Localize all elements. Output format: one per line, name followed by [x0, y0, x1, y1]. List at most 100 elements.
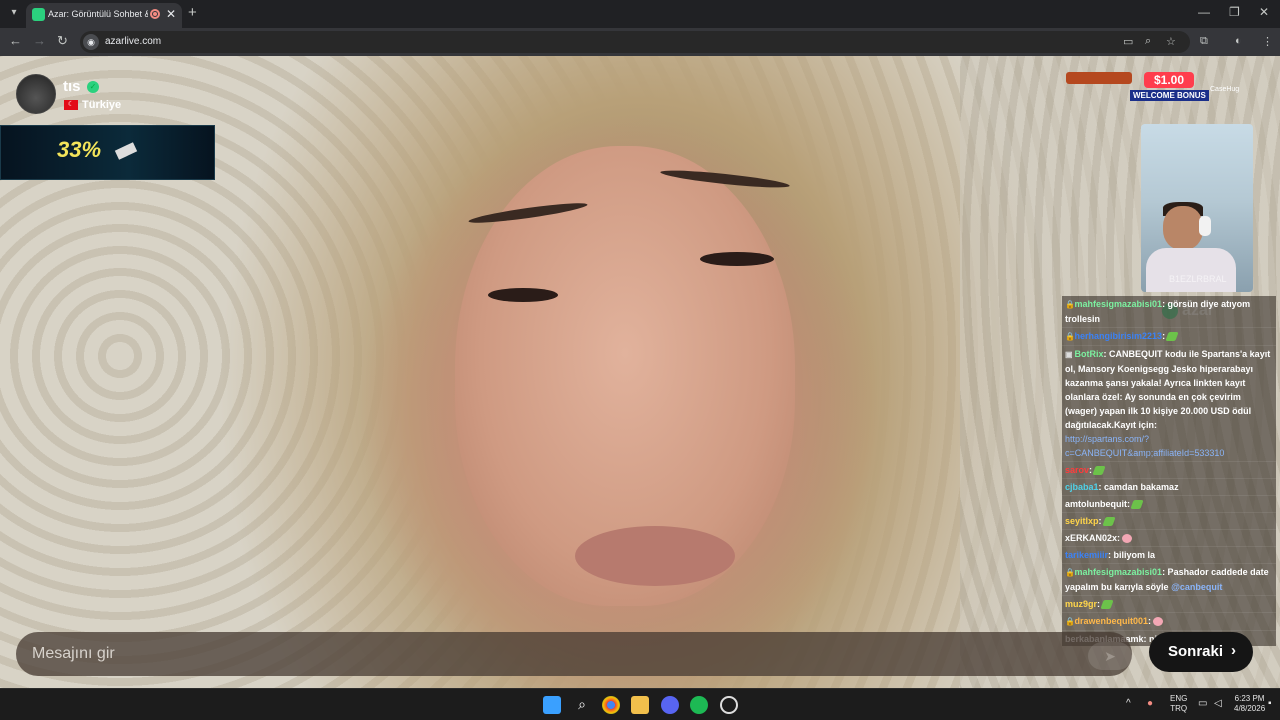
video-chat-page: tıs ✓ ☾ Türkiye 33% $1.00 WELCOME BONUS … — [0, 56, 1280, 688]
pickaxe-emote-icon — [1100, 600, 1114, 610]
avatar[interactable] — [16, 74, 56, 114]
pickaxe-emote-icon — [1101, 517, 1116, 527]
chat-username[interactable]: drawenbequit001 — [1075, 616, 1149, 626]
chat-message: sarov: — [1062, 462, 1276, 479]
bonus-text: WELCOME BONUS — [1130, 90, 1209, 101]
pickaxe-emote-icon — [1165, 332, 1179, 342]
spotify-icon[interactable] — [690, 696, 708, 714]
site-info-icon[interactable]: ◉ — [83, 34, 99, 50]
lang-primary: ENG — [1170, 694, 1188, 703]
microphone-icon[interactable]: ● — [1147, 698, 1153, 709]
chat-username[interactable]: cjbaba1 — [1065, 482, 1099, 492]
discord-icon[interactable] — [661, 696, 679, 714]
browser-tab-azar[interactable]: Azar: Görüntülü Sohbet & V ✕ — [26, 3, 182, 28]
bonus-amount: $1.00 — [1144, 72, 1194, 88]
address-bar[interactable]: ◉ azarlive.com — [80, 31, 1190, 53]
video-detail — [488, 288, 558, 302]
chat-text: : — [1148, 616, 1152, 626]
send-icon[interactable]: ➤ — [1088, 642, 1132, 670]
user-badge-icon: ▣ — [1065, 350, 1073, 359]
chevron-right-icon: › — [1231, 642, 1236, 659]
pig-emote-icon — [1153, 617, 1164, 627]
bookmark-star-icon[interactable]: ☆ — [1166, 35, 1176, 48]
chat-link[interactable]: http://spartans.com/?c=CANBEQUIT&amp;aff… — [1065, 434, 1224, 458]
app-icon[interactable] — [720, 696, 738, 714]
notification-icon[interactable]: ▪ — [1268, 698, 1272, 709]
browser-titlebar: ▾ Azar: Görüntülü Sohbet & V ✕ + — ❐ ✕ — [0, 0, 1280, 28]
chat-message: cjbaba1: camdan bakamaz — [1062, 479, 1276, 496]
window-close-icon[interactable]: ✕ — [1259, 5, 1269, 19]
user-badge-icon: 🔒 — [1065, 568, 1075, 577]
windows-start-icon[interactable] — [543, 696, 561, 714]
profile-icon[interactable]: ◐ — [1235, 35, 1242, 47]
card-icon — [114, 142, 138, 160]
pickaxe-emote-icon — [1130, 500, 1144, 510]
webcam-watermark: B1EZLRBRAL — [1169, 274, 1227, 284]
headset-icon — [1199, 216, 1211, 236]
chat-message: 🔒 mahfesigmazabisi01: Pashador caddede d… — [1062, 564, 1276, 596]
chat-text: : CANBEQUIT kodu ile Spartans'a kayıt ol… — [1065, 349, 1271, 430]
user-badge-icon: 🔒 — [1065, 300, 1075, 309]
tab-search-icon[interactable]: ▾ — [6, 5, 22, 21]
chat-mention[interactable]: @canbequit — [1171, 582, 1222, 592]
chat-username[interactable]: mahfesigmazabisi01 — [1075, 299, 1163, 309]
chat-message: xERKAN02x: — [1062, 530, 1276, 547]
network-icon[interactable]: ▭ — [1198, 698, 1207, 709]
reload-icon[interactable]: ↻ — [57, 33, 68, 49]
file-explorer-icon[interactable] — [631, 696, 649, 714]
partner-username: tıs — [63, 78, 81, 95]
lang-secondary: TRQ — [1170, 704, 1188, 713]
partner-country: Türkiye — [82, 99, 122, 111]
verified-badge-icon: ✓ — [87, 81, 99, 93]
language-indicator[interactable]: ENG TRQ — [1170, 694, 1187, 714]
forward-icon[interactable]: → — [33, 33, 46, 48]
chat-username[interactable]: xERKAN02x — [1065, 533, 1117, 543]
volume-icon[interactable]: ◁ — [1214, 698, 1222, 709]
cast-icon[interactable]: ▭ — [1123, 35, 1133, 48]
chat-text: : — [1097, 599, 1101, 609]
chat-username[interactable]: sarov — [1065, 465, 1089, 475]
chat-username[interactable]: BotRix — [1075, 349, 1104, 359]
chat-text: : — [1117, 533, 1121, 543]
url-text: azarlive.com — [105, 36, 162, 47]
back-icon[interactable]: ← — [9, 33, 22, 48]
chat-username[interactable]: tarikemiiir — [1065, 550, 1108, 560]
chat-username[interactable]: amtolunbequit — [1065, 499, 1127, 509]
chat-username[interactable]: herhangibirisim2213 — [1075, 331, 1163, 341]
welcome-bonus-ad[interactable]: $1.00 WELCOME BONUS CaseHug — [1064, 64, 1258, 110]
browser-toolbar: ← → ↻ ◉ azarlive.com ▭ ⌕ ☆ ⧉ ◐ ⋮ — [0, 28, 1280, 56]
tab-close-icon[interactable]: ✕ — [166, 7, 176, 21]
chat-username[interactable]: mahfesigmazabisi01 — [1075, 567, 1163, 577]
menu-icon[interactable]: ⋮ — [1262, 35, 1273, 48]
pickaxe-emote-icon — [1092, 466, 1106, 476]
next-label: Sonraki — [1168, 643, 1224, 660]
tray-overflow-icon[interactable]: ^ — [1126, 698, 1131, 709]
tab-title: Azar: Görüntülü Sohbet & V — [48, 9, 148, 19]
chat-username[interactable]: seyitlxp — [1065, 516, 1099, 526]
chat-text: : — [1089, 465, 1093, 475]
new-tab-icon[interactable]: + — [188, 4, 197, 21]
clock-date: 4/8/2026 — [1234, 704, 1266, 713]
taskbar-clock[interactable]: 6:23 PM 4/8/2026 — [1234, 694, 1265, 714]
minimize-icon[interactable]: — — [1198, 5, 1210, 19]
zoom-icon[interactable]: ⌕ — [1145, 35, 1151, 48]
message-placeholder: Mesajını gir — [32, 645, 115, 662]
search-icon[interactable]: ⌕ — [573, 696, 591, 714]
message-input[interactable]: Mesajını gir — [16, 632, 1132, 676]
chat-message: 🔒 drawenbequit001: — [1062, 613, 1276, 631]
turkey-flag-icon: ☾ — [64, 100, 78, 110]
chat-message: seyitlxp: — [1062, 513, 1276, 530]
chat-message: 🔒 mahfesigmazabisi01: görsün diye atıyom… — [1062, 296, 1276, 328]
restore-icon[interactable]: ❐ — [1229, 5, 1240, 19]
chat-username[interactable]: muz9gr — [1065, 599, 1097, 609]
next-button[interactable]: Sonraki › — [1149, 632, 1253, 672]
azar-favicon-icon — [32, 8, 45, 21]
video-detail — [575, 526, 735, 586]
chat-text: : — [1098, 516, 1102, 526]
chat-message: amtolunbequit: — [1062, 496, 1276, 513]
chrome-icon[interactable] — [602, 696, 620, 714]
stream-chat: 🔒 mahfesigmazabisi01: görsün diye atıyom… — [1062, 296, 1276, 646]
extensions-icon[interactable]: ⧉ — [1200, 35, 1208, 48]
pig-emote-icon — [1122, 534, 1133, 544]
promo-banner[interactable]: 33% — [0, 125, 215, 180]
